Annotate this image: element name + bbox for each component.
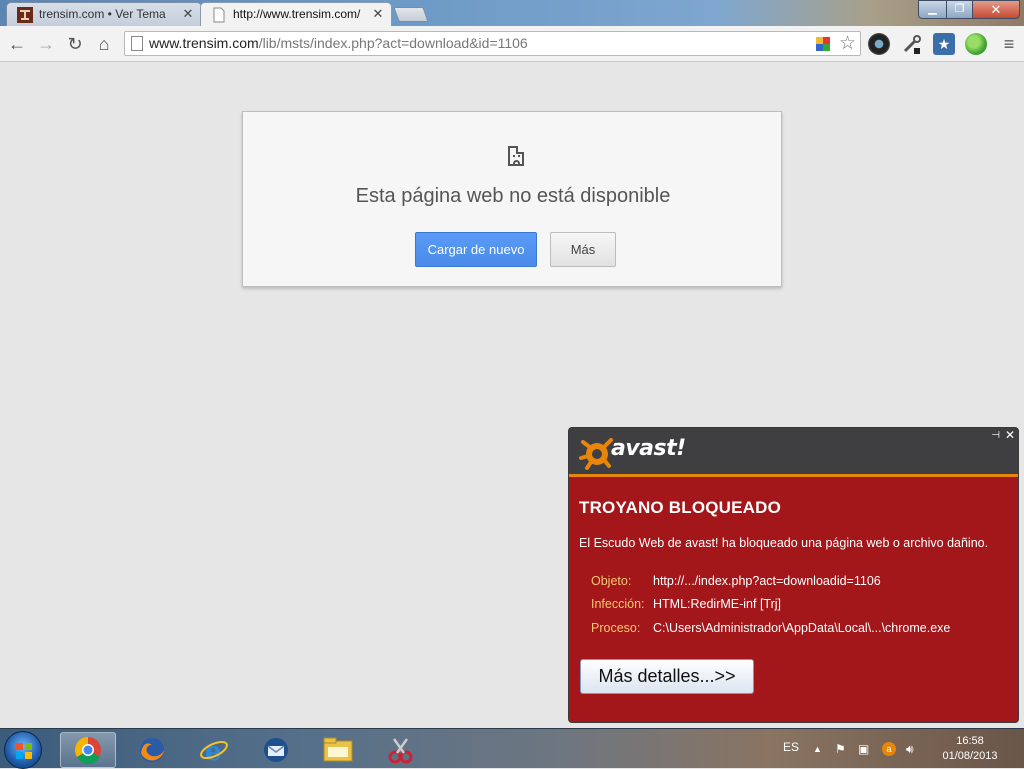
- clock-time: 16:58: [956, 735, 984, 747]
- colorpicker-extension-icon[interactable]: [816, 37, 830, 51]
- pin-icon[interactable]: ⊣: [991, 430, 1000, 441]
- bookmark-star-icon[interactable]: ☆: [839, 32, 856, 55]
- forward-button[interactable]: →: [34, 32, 58, 56]
- detail-label: Proceso:: [591, 621, 641, 635]
- volume-icon[interactable]: 🔊︎: [906, 742, 914, 757]
- more-details-button[interactable]: Más detalles...>>: [580, 659, 754, 694]
- url-host: www.trensim.com: [149, 35, 259, 51]
- address-url[interactable]: www.trensim.com/lib/msts/index.php?act=d…: [149, 35, 528, 51]
- browser-toolbar: ← → ↻ ⌂ www.trensim.com/lib/msts/index.p…: [0, 26, 1024, 62]
- extension-camera-icon[interactable]: [868, 33, 890, 55]
- thunderbird-icon: [264, 738, 288, 762]
- tab-title: http://www.trensim.com/: [233, 7, 361, 21]
- tab-trensim-forum[interactable]: trensim.com • Ver Tema - ✕: [6, 2, 202, 26]
- system-clock[interactable]: 16:58 01/08/2013: [934, 734, 1006, 764]
- windows-logo-icon: [16, 743, 32, 759]
- avast-brand: avast!: [611, 436, 686, 461]
- maximize-button[interactable]: ❐: [946, 0, 973, 19]
- avast-tray-icon[interactable]: a: [882, 742, 896, 756]
- clock-date: 01/08/2013: [942, 750, 998, 762]
- extension-globe-icon[interactable]: [965, 33, 987, 55]
- avast-logo-icon: [579, 438, 613, 470]
- window-close-button[interactable]: ✕: [972, 0, 1020, 19]
- taskbar-thunderbird[interactable]: [248, 732, 304, 768]
- avast-heading: TROYANO BLOQUEADO: [579, 498, 782, 517]
- error-title: Esta página web no está disponible: [355, 185, 671, 207]
- extension-star-icon[interactable]: ★: [933, 33, 955, 55]
- language-indicator[interactable]: ES: [783, 740, 799, 754]
- reload-page-button[interactable]: Cargar de nuevo: [415, 232, 537, 267]
- taskbar-file-explorer[interactable]: [310, 732, 366, 768]
- browser-titlebar: trensim.com • Ver Tema - ✕ http://www.tr…: [0, 0, 1024, 26]
- detail-value: C:\Users\Administrador\AppData\Local\...…: [653, 621, 951, 635]
- tab-trensim-download[interactable]: http://www.trensim.com/ ✕: [200, 2, 392, 26]
- action-center-flag-icon[interactable]: ⚑: [835, 742, 846, 756]
- extension-tools-icon[interactable]: [901, 33, 923, 55]
- windows-taskbar: e ES ▲ ⚑ ▣ a 🔊︎ 16:58 01/08/2013: [0, 728, 1024, 769]
- avast-message: El Escudo Web de avast! ha bloqueado una…: [579, 536, 989, 550]
- page-icon: [213, 7, 225, 23]
- minimize-button[interactable]: ▁: [918, 0, 947, 19]
- internet-explorer-icon: e: [200, 737, 228, 765]
- sad-page-icon: [508, 146, 524, 166]
- reload-button[interactable]: ↻: [63, 32, 87, 56]
- taskbar-firefox[interactable]: [124, 732, 180, 768]
- tab-close-icon[interactable]: ✕: [371, 3, 385, 25]
- new-tab-button[interactable]: [393, 7, 429, 22]
- url-path: /lib/msts/index.php?act=download&id=1106: [258, 35, 528, 51]
- avast-header: avast! ⊣ ✕: [569, 428, 1018, 477]
- tray-expand-button[interactable]: ▲: [813, 744, 822, 754]
- snipping-tool-icon: [388, 738, 413, 764]
- network-icon[interactable]: ▣: [858, 742, 869, 756]
- taskbar-snipping-tool[interactable]: [372, 732, 428, 768]
- error-card: Esta página web no está disponible Carga…: [242, 111, 782, 287]
- firefox-icon: [140, 738, 164, 762]
- start-button[interactable]: [4, 731, 42, 769]
- chrome-menu-button[interactable]: ≡: [997, 32, 1021, 56]
- trensim-favicon-icon: [17, 7, 33, 23]
- taskbar-internet-explorer[interactable]: e: [186, 732, 242, 768]
- taskbar-chrome[interactable]: [60, 732, 116, 768]
- tab-close-icon[interactable]: ✕: [181, 3, 195, 25]
- chrome-icon: [74, 736, 101, 764]
- tab-title: trensim.com • Ver Tema -: [39, 7, 169, 21]
- detail-value: http://.../index.php?act=downloadid=1106: [653, 574, 881, 588]
- file-explorer-icon: [323, 737, 353, 762]
- avast-close-icon[interactable]: ✕: [1005, 428, 1015, 442]
- address-bar[interactable]: www.trensim.com/lib/msts/index.php?act=d…: [124, 31, 861, 56]
- home-button[interactable]: ⌂: [92, 32, 116, 56]
- more-button[interactable]: Más: [550, 232, 616, 267]
- page-icon: [131, 36, 143, 51]
- detail-value: HTML:RedirME-inf [Trj]: [653, 597, 782, 611]
- detail-label: Infección:: [591, 597, 645, 611]
- back-button[interactable]: ←: [5, 32, 29, 56]
- avast-alert-popup: avast! ⊣ ✕ TROYANO BLOQUEADO El Escudo W…: [568, 427, 1019, 723]
- detail-label: Objeto:: [591, 574, 632, 588]
